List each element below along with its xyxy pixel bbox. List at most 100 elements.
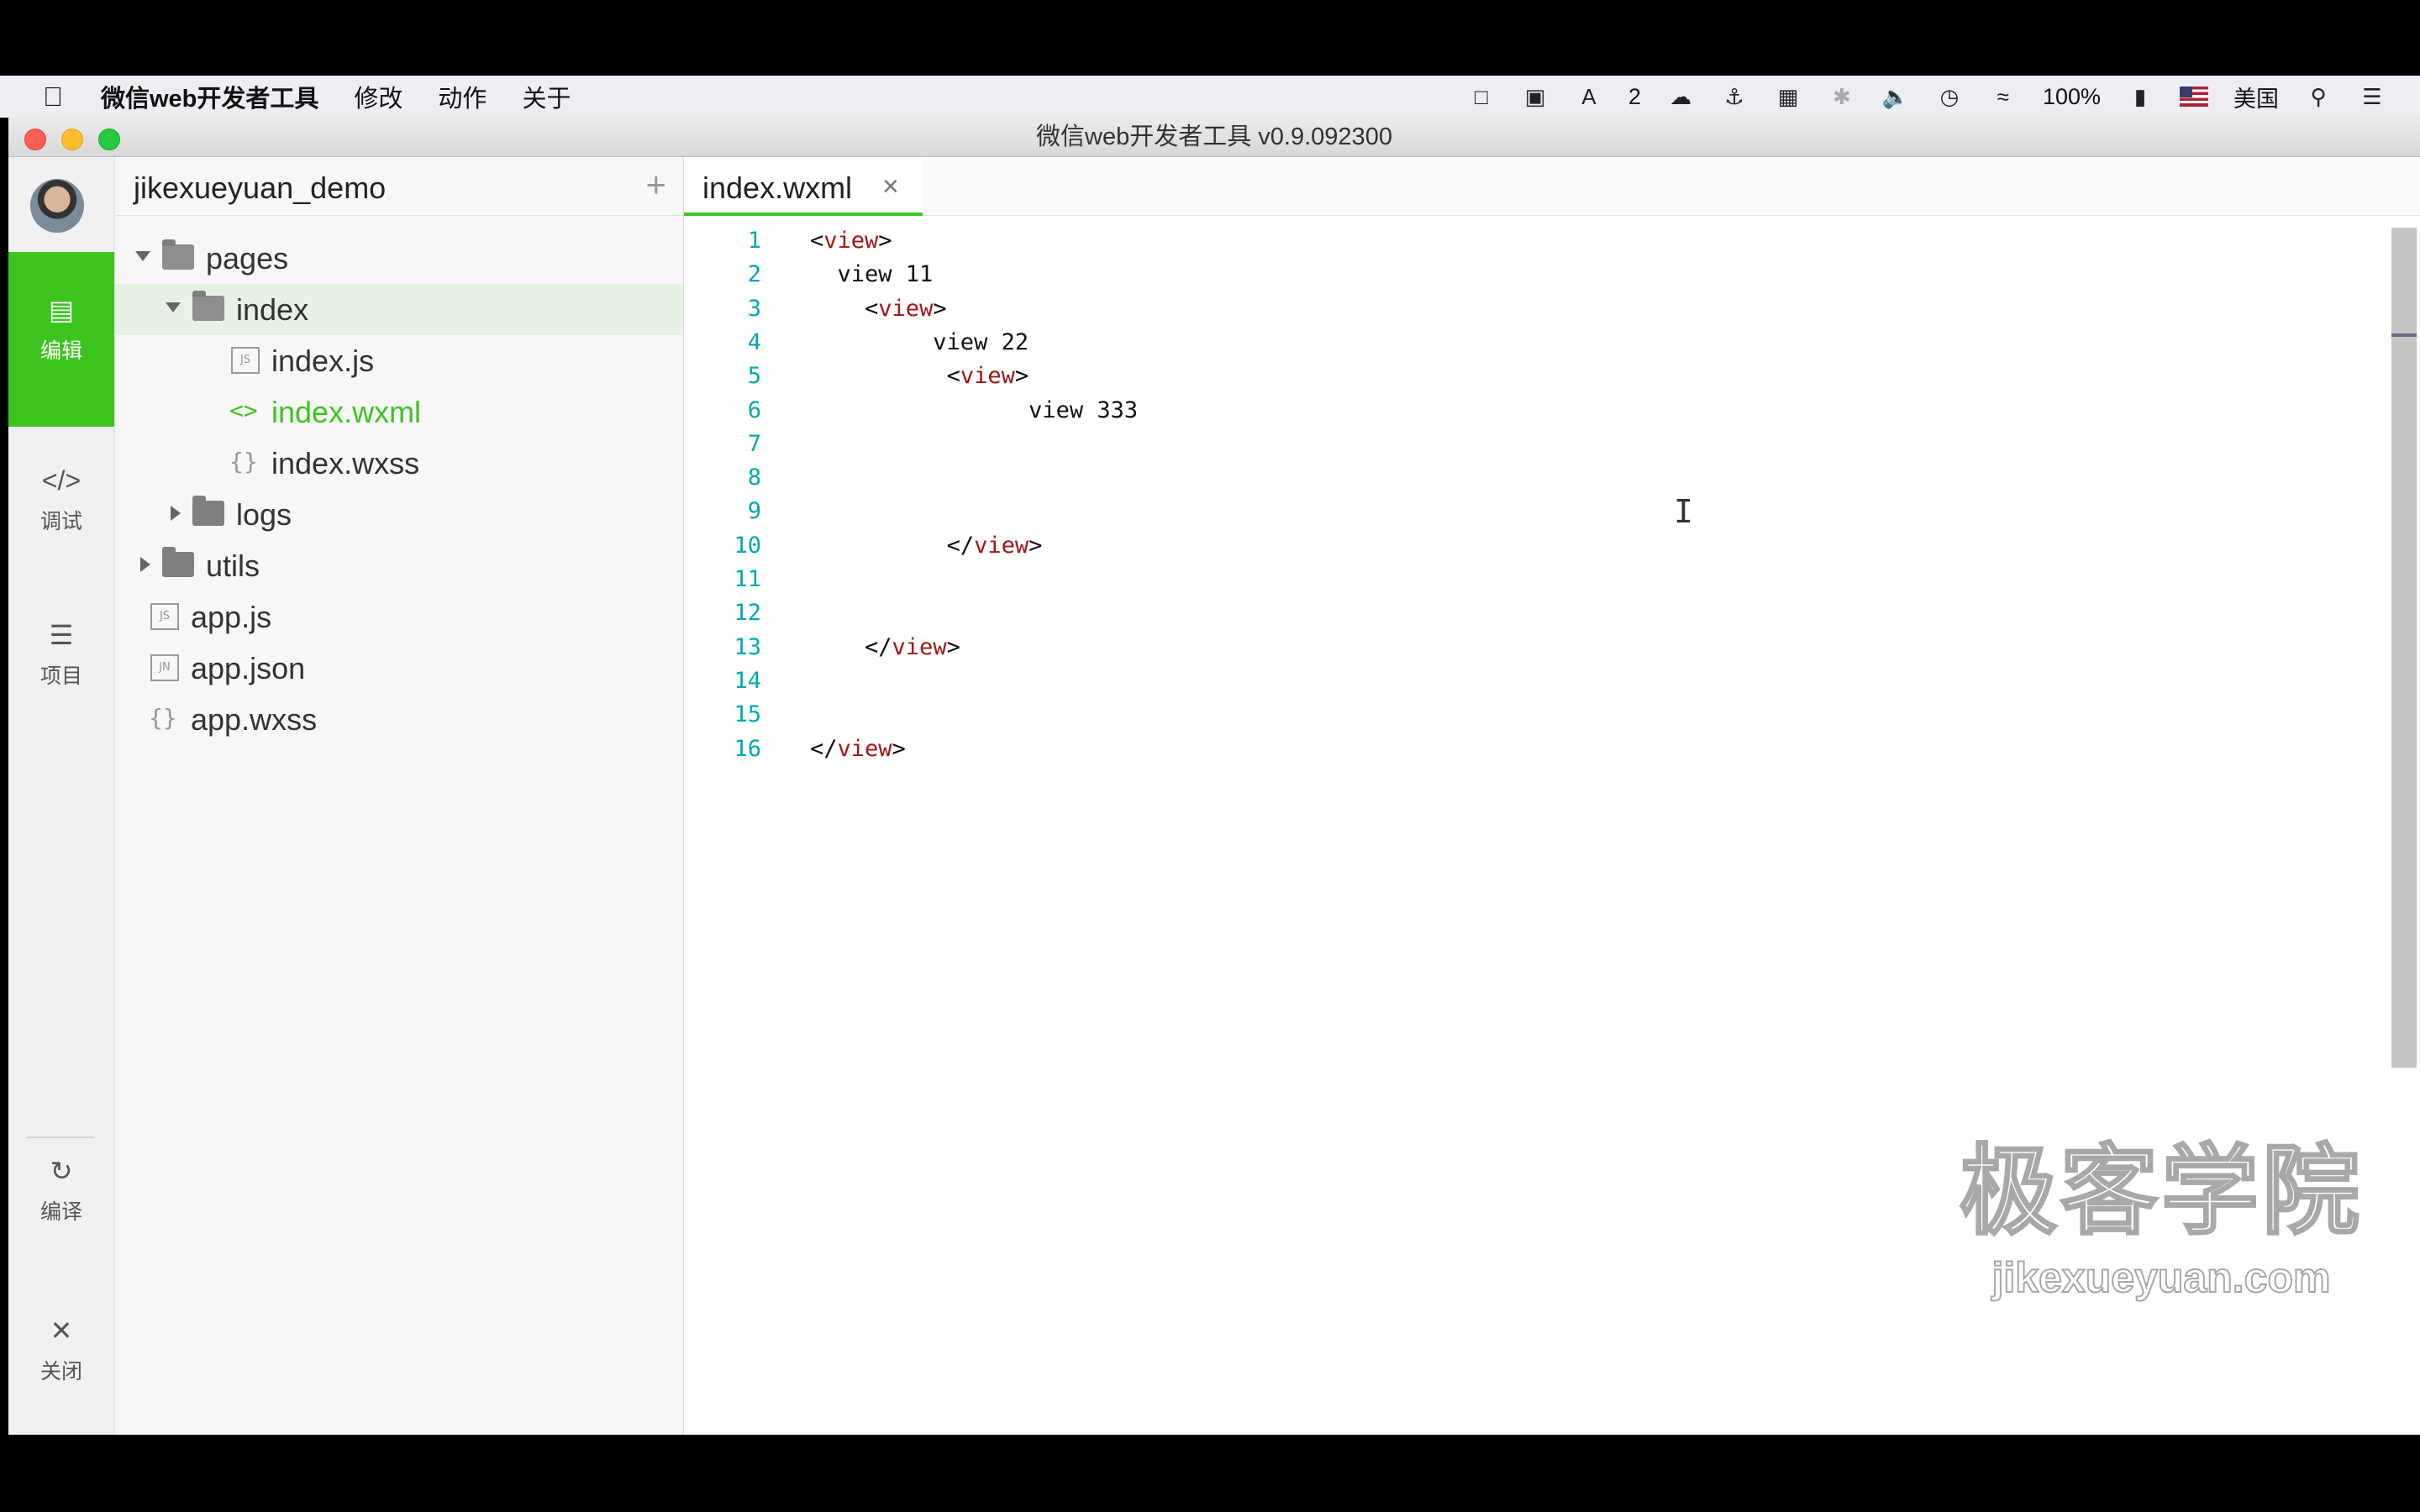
watermark-cn: 极客学院: [1959, 1136, 2363, 1247]
tree-item-index-js[interactable]: JS index.js: [115, 335, 683, 386]
scrollbar-marker: [2391, 333, 2417, 337]
tree-item-app-wxss[interactable]: {} app.wxss: [115, 694, 683, 745]
editor-tab-bar: index.wxml ×: [684, 157, 2420, 216]
bluetooth-icon[interactable]: ✱: [1828, 84, 1856, 109]
battery-icon[interactable]: ▮: [2126, 84, 2154, 109]
code-text: <view>: [810, 228, 892, 254]
tree-item-app-js[interactable]: JS app.js: [115, 591, 683, 643]
memory-icon[interactable]: ▦: [1774, 84, 1802, 109]
code-line[interactable]: 7: [684, 428, 2420, 461]
js-file-icon: JS: [150, 603, 179, 630]
rail-item-close[interactable]: ✕ 关闭: [8, 1315, 114, 1385]
project-name: jikexueyuan_demo: [134, 171, 387, 205]
macos-menu-bar:  微信web开发者工具 修改 动作 关于 □ ▣ A 2 ☁ ⚓ ▦ ✱ 🔈 …: [0, 76, 2420, 118]
rail-item-project[interactable]: ☰ 项目: [8, 619, 114, 690]
window-minimize-button[interactable]: [61, 129, 83, 150]
tree-item-index-wxml[interactable]: <> index.wxml: [115, 386, 683, 438]
code-text: </view>: [946, 532, 1043, 559]
menu-edit[interactable]: 修改: [354, 79, 402, 114]
tab-index-wxml[interactable]: index.wxml ×: [684, 157, 923, 216]
chevron-right-icon[interactable]: [140, 557, 150, 572]
volume-icon[interactable]: 🔈: [1881, 84, 1910, 109]
avatar[interactable]: [30, 179, 84, 233]
code-editor: index.wxml × 1 <view> 2 view 11 3 <view> 4 v…: [684, 157, 2420, 1435]
menu-lines-icon: ☰: [49, 620, 74, 650]
code-line[interactable]: 16 </view>: [684, 732, 2420, 766]
docker-icon[interactable]: ⚓: [1720, 84, 1749, 109]
tree-item-logs[interactable]: logs: [115, 489, 683, 540]
folder-open-icon: [192, 291, 224, 321]
menu-app-name[interactable]: 微信web开发者工具: [101, 79, 318, 114]
code-line[interactable]: 10 </view>: [684, 529, 2420, 563]
code-line[interactable]: 9: [684, 495, 2420, 528]
code-line[interactable]: 6 view 333: [684, 394, 2420, 428]
code-line[interactable]: 5 <view>: [684, 360, 2420, 393]
menubar-status-area: □ ▣ A 2 ☁ ⚓ ▦ ✱ 🔈 ◷ ≈ 100% ▮ 美国 ⚲ ☰: [1467, 76, 2386, 118]
code-line[interactable]: 4 view 22: [684, 326, 2420, 360]
project-header: jikexueyuan_demo +: [115, 157, 683, 216]
spotlight-search-icon[interactable]: ⚲: [2304, 84, 2333, 109]
rail-item-label: 调试: [39, 510, 82, 533]
window-close-button[interactable]: [24, 129, 46, 150]
code-line[interactable]: 13 </view>: [684, 631, 2420, 664]
watermark: 极客学院 jikexueyuan.com: [1959, 1112, 2363, 1303]
code-line[interactable]: 11: [684, 563, 2420, 596]
chevron-down-icon[interactable]: [135, 251, 150, 261]
adobe-icon[interactable]: A: [1575, 84, 1603, 109]
line-number: 6: [747, 396, 761, 423]
rail-item-debug[interactable]: </> 调试: [8, 465, 114, 535]
tree-label: index.wxss: [271, 446, 420, 480]
app-window: 微信web开发者工具 v0.9.092300 ▤ 编辑 </> 调试 ☰ 项目 …: [8, 118, 2420, 1435]
close-icon: ✕: [50, 1315, 73, 1346]
time-machine-icon[interactable]: ◷: [1935, 84, 1964, 109]
rail-item-label: 项目: [39, 664, 82, 688]
tree-item-utils[interactable]: utils: [115, 540, 683, 591]
code-line[interactable]: 15: [684, 698, 2420, 732]
rail-item-label: 编辑: [39, 339, 82, 363]
chevron-down-icon[interactable]: [166, 302, 181, 312]
chevron-right-icon[interactable]: [171, 506, 181, 521]
line-number: 1: [747, 228, 761, 254]
editor-scrollbar[interactable]: [2391, 228, 2417, 1068]
json-file-icon: JN: [150, 654, 179, 681]
rail-item-compile[interactable]: ↻ 编译: [8, 1155, 114, 1226]
menu-about[interactable]: 关于: [522, 79, 571, 114]
tree-label: pages: [206, 241, 289, 276]
tree-item-index-wxss[interactable]: {} index.wxss: [115, 438, 683, 489]
rail-item-edit[interactable]: ▤ 编辑: [8, 252, 114, 427]
code-text: view 333: [810, 396, 1139, 423]
code-line[interactable]: 1 <view>: [684, 224, 2420, 258]
line-number: 5: [747, 363, 761, 390]
code-text: view 22: [810, 328, 1029, 355]
window-title: 微信web开发者工具 v0.9.092300: [1036, 123, 1392, 150]
input-source-label[interactable]: 美国: [2233, 81, 2279, 113]
tab-close-icon[interactable]: ×: [882, 171, 899, 203]
wifi-icon[interactable]: ≈: [1989, 84, 2018, 109]
screen-record-icon[interactable]: ▣: [1521, 84, 1549, 109]
line-number: 3: [747, 295, 761, 322]
add-file-button[interactable]: +: [645, 167, 666, 202]
js-file-icon: JS: [231, 347, 260, 374]
line-number: 12: [734, 600, 761, 627]
code-line[interactable]: 3 <view>: [684, 292, 2420, 326]
apple-icon[interactable]: : [39, 81, 67, 112]
code-line[interactable]: 8: [684, 461, 2420, 495]
style-file-icon: {}: [229, 448, 258, 475]
code-line[interactable]: 12: [684, 596, 2420, 630]
code-line[interactable]: 2 view 11: [684, 258, 2420, 291]
tree-item-app-json[interactable]: JN app.json: [115, 643, 683, 694]
menu-action[interactable]: 动作: [438, 79, 487, 114]
cloud-icon[interactable]: ☁: [1666, 84, 1695, 109]
screen:  微信web开发者工具 修改 动作 关于 □ ▣ A 2 ☁ ⚓ ▦ ✱ 🔈 …: [0, 0, 2420, 1512]
code-brackets-icon: </>: [41, 465, 82, 496]
folder-icon: [192, 496, 224, 526]
left-nav-rail: ▤ 编辑 </> 调试 ☰ 项目 ↻ 编译 ✕ 关闭: [8, 157, 115, 1435]
tree-item-pages[interactable]: pages: [115, 233, 683, 284]
window-zoom-button[interactable]: [98, 129, 120, 150]
code-line[interactable]: 14: [684, 664, 2420, 698]
rail-item-label: 关闭: [39, 1360, 82, 1383]
scrivener-icon[interactable]: □: [1467, 84, 1496, 109]
tree-item-index-folder[interactable]: index: [115, 284, 683, 335]
notification-center-icon[interactable]: ☰: [2358, 84, 2386, 109]
line-number: 7: [747, 430, 761, 457]
